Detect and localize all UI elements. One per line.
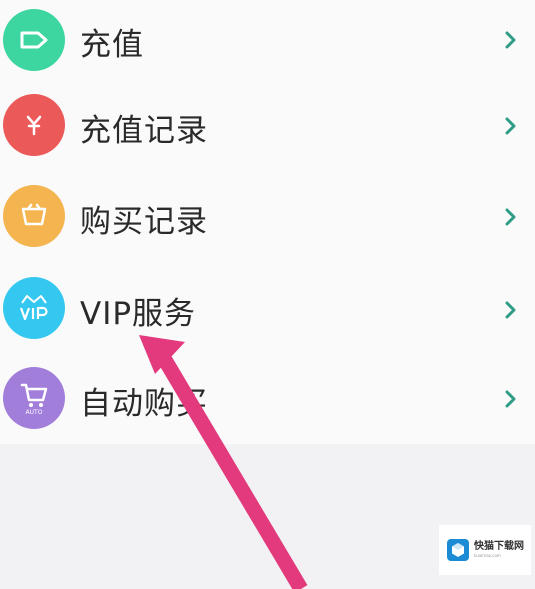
auto-icon-text: AUTO: [26, 409, 43, 416]
chevron-right-icon: [505, 31, 516, 49]
chevron-right-icon: [505, 208, 516, 226]
chevron-right-icon: [505, 390, 516, 408]
watermark-title: 快猫下载网: [474, 541, 524, 552]
cube-logo-icon: [447, 539, 469, 561]
menu-item-label: 购买记录: [80, 204, 208, 240]
chevron-right-icon: [505, 117, 516, 135]
menu-item-label: 充值: [80, 27, 144, 63]
menu-item-label: 自动购买: [80, 386, 208, 422]
menu-item-label: VIP服务: [80, 296, 197, 332]
menu-item-label: 充值记录: [80, 113, 208, 149]
menu-item-vip-service[interactable]: VIP服务: [0, 262, 535, 353]
watermark-logo: 快猫下载网 kuaimao.com: [439, 525, 531, 575]
chevron-right-icon: [505, 301, 516, 319]
basket-icon: [3, 185, 65, 247]
menu-list: 充值 充值记录 购买记录 VIP服务 AUTO 自动购买: [0, 0, 535, 444]
menu-item-recharge[interactable]: 充值: [0, 0, 535, 80]
recharge-icon: [3, 9, 65, 71]
cart-auto-icon: AUTO: [3, 367, 65, 429]
watermark-subtitle: kuaimao.com: [474, 553, 501, 558]
screen: 充值 充值记录 购买记录 VIP服务 AUTO 自动购买 快猫下载网 kuaim…: [0, 0, 535, 589]
menu-item-purchase-records[interactable]: 购买记录: [0, 171, 535, 262]
menu-item-recharge-records[interactable]: 充值记录: [0, 80, 535, 171]
vip-crown-icon: [3, 277, 65, 339]
yuan-icon: [3, 94, 65, 156]
menu-item-auto-purchase[interactable]: AUTO 自动购买: [0, 353, 535, 444]
